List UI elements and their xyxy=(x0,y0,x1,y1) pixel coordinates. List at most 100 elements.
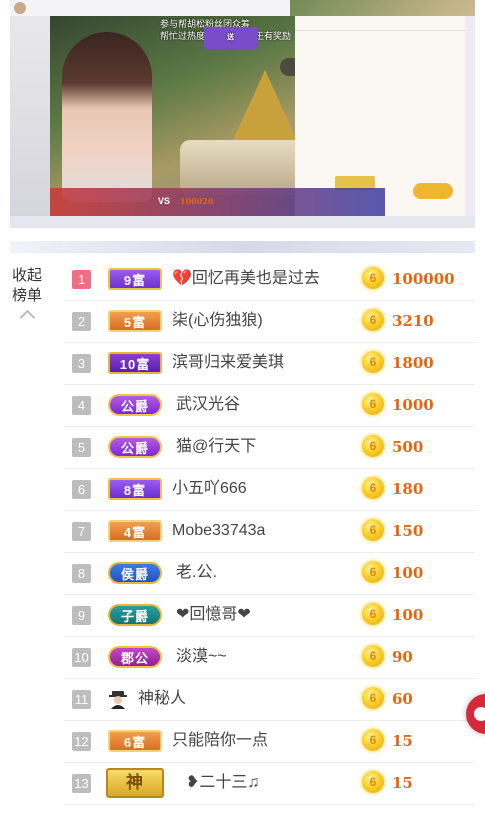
coin-icon: 6 xyxy=(362,645,384,667)
pk-vs-label: VS xyxy=(158,196,171,206)
user-level-badge: 子爵 xyxy=(108,604,162,626)
contribution-score: 15 xyxy=(392,732,413,750)
rank-number: 3 xyxy=(72,354,91,373)
user-level-badge: 郡公 xyxy=(108,646,162,668)
ranking-row[interactable]: 10 郡公 淡漠~~ 6 90 xyxy=(64,637,475,679)
user-level-badge: 5富 xyxy=(108,310,162,332)
ranking-list: 1 9富 💔回忆再美也是过去 6 100000 2 5富 柒(心伤独狼) 6 3210 3 10富 滨哥… xyxy=(64,259,475,805)
user-level-badge: 9富 xyxy=(108,268,162,290)
coin-icon: 6 xyxy=(362,393,384,415)
collapse-label-line-2: 榜单 xyxy=(11,287,42,304)
user-level-badge: 8富 xyxy=(108,478,162,500)
user-name[interactable]: 滨哥归来爱美琪 xyxy=(172,353,284,373)
rank-number: 11 xyxy=(72,690,91,709)
stream-left-panel xyxy=(10,16,50,216)
user-level-badge: 公爵 xyxy=(108,436,162,458)
rank-number: 1 xyxy=(72,270,91,289)
rank-number: 7 xyxy=(72,522,91,541)
mystery-user-icon xyxy=(108,688,130,710)
stream-notice: 送 参与帮胡松粉丝团众筹 帮忙过热度任务扣1开女王有奖励 xyxy=(160,18,291,49)
coin-icon: 6 xyxy=(362,603,384,625)
section-divider xyxy=(10,241,475,253)
user-name[interactable]: 只能陪你一点 xyxy=(172,731,268,751)
rank-number: 4 xyxy=(72,396,91,415)
ranking-row[interactable]: 8 侯爵 老.公. 6 100 xyxy=(64,553,475,595)
contribution-score: 1000 xyxy=(392,396,434,414)
chat-feed xyxy=(295,31,465,39)
rank-number: 6 xyxy=(72,480,91,499)
coin-icon: 6 xyxy=(362,351,384,373)
ranking-row[interactable]: 2 5富 柒(心伤独狼) 6 3210 xyxy=(64,301,475,343)
rank-number: 13 xyxy=(72,774,91,793)
user-name[interactable]: Mobe33743a xyxy=(172,521,265,541)
user-name[interactable]: 武汉光谷 xyxy=(176,395,240,415)
contribution-score: 3210 xyxy=(392,312,434,330)
coin-icon: 6 xyxy=(362,687,384,709)
user-level-badge: 公爵 xyxy=(108,394,162,416)
ranking-row[interactable]: 1 9富 💔回忆再美也是过去 6 100000 xyxy=(64,259,475,301)
user-name[interactable]: 淡漠~~ xyxy=(176,647,227,667)
incognito-icon xyxy=(109,691,127,709)
rank-number: 12 xyxy=(72,732,91,751)
coin-icon: 6 xyxy=(362,729,384,751)
user-name[interactable]: 小五吖666 xyxy=(172,479,247,499)
contribution-score: 90 xyxy=(392,648,413,666)
chevron-up-icon xyxy=(19,309,35,326)
ranking-row[interactable]: 11 神秘人 6 60 xyxy=(64,679,475,721)
user-level-badge: 6富 xyxy=(108,730,162,752)
pk-score-right: 100020 xyxy=(180,196,214,206)
ranking-row[interactable]: 5 公爵 猫@行天下 6 500 xyxy=(64,427,475,469)
coin-icon: 6 xyxy=(362,561,384,583)
user-level-badge: 神 xyxy=(106,768,164,798)
ranking-row[interactable]: 6 8富 小五吖666 6 180 xyxy=(64,469,475,511)
user-level-badge: 4富 xyxy=(108,520,162,542)
contribution-score: 100000 xyxy=(392,270,455,288)
user-name[interactable]: 猫@行天下 xyxy=(176,437,256,457)
coin-icon: 6 xyxy=(362,435,384,457)
user-name[interactable]: 💔回忆再美也是过去 xyxy=(172,269,320,289)
collapse-label-line-1: 收起 xyxy=(11,267,42,284)
contribution-score: 500 xyxy=(392,438,424,456)
rank-number: 8 xyxy=(72,564,91,583)
ranking-row[interactable]: 3 10富 滨哥归来爱美琪 6 1800 xyxy=(64,343,475,385)
notice-badge: 送 xyxy=(204,27,258,49)
coin-icon: 6 xyxy=(362,519,384,541)
user-name[interactable]: ❥二十三♫ xyxy=(186,773,259,793)
user-level-badge: 10富 xyxy=(108,352,162,374)
contribution-score: 100 xyxy=(392,606,424,624)
contribution-score: 60 xyxy=(392,690,413,708)
contribution-score: 150 xyxy=(392,522,424,540)
ranking-row[interactable]: 7 4富 Mobe33743a 6 150 xyxy=(64,511,475,553)
contribution-score: 15 xyxy=(392,774,413,792)
coin-icon: 6 xyxy=(362,771,384,793)
user-name[interactable]: 老.公. xyxy=(176,563,217,583)
ranking-row[interactable]: 13 神 ❥二十三♫ 6 15 xyxy=(64,763,475,805)
user-name[interactable]: ❤回憶哥❤ xyxy=(176,605,251,625)
stream-side-strip xyxy=(465,16,475,216)
live-stream-preview[interactable]: 送 参与帮胡松粉丝团众筹 帮忙过热度任务扣1开女王有奖励 VS 100020 xyxy=(10,0,475,228)
contribution-score: 1800 xyxy=(392,354,434,372)
pk-bar: VS 100020 xyxy=(50,188,385,216)
stream-top-bar xyxy=(10,0,290,16)
collapse-ranking-button[interactable]: 收起 榜单 xyxy=(8,266,46,326)
ranking-row[interactable]: 9 子爵 ❤回憶哥❤ 6 100 xyxy=(64,595,475,637)
rank-number: 10 xyxy=(72,648,91,667)
chat-tabs[interactable] xyxy=(295,16,465,31)
user-name[interactable]: 神秘人 xyxy=(138,689,186,709)
coin-icon: 6 xyxy=(362,477,384,499)
streamer-avatar xyxy=(14,2,26,14)
ranking-row[interactable]: 12 6富 只能陪你一点 6 15 xyxy=(64,721,475,763)
stream-icon-row[interactable] xyxy=(10,216,475,228)
stream-chat-panel[interactable] xyxy=(295,16,465,216)
rank-number: 9 xyxy=(72,606,91,625)
user-level-badge: 侯爵 xyxy=(108,562,162,584)
game-vehicle xyxy=(180,140,310,195)
rank-number: 5 xyxy=(72,438,91,457)
ranking-row[interactable]: 4 公爵 武汉光谷 6 1000 xyxy=(64,385,475,427)
coin-icon: 6 xyxy=(362,267,384,289)
gift-button[interactable] xyxy=(413,183,453,199)
coin-icon: 6 xyxy=(362,309,384,331)
rank-number: 2 xyxy=(72,312,91,331)
user-name[interactable]: 柒(心伤独狼) xyxy=(172,311,263,331)
streamer-figure xyxy=(62,32,152,202)
